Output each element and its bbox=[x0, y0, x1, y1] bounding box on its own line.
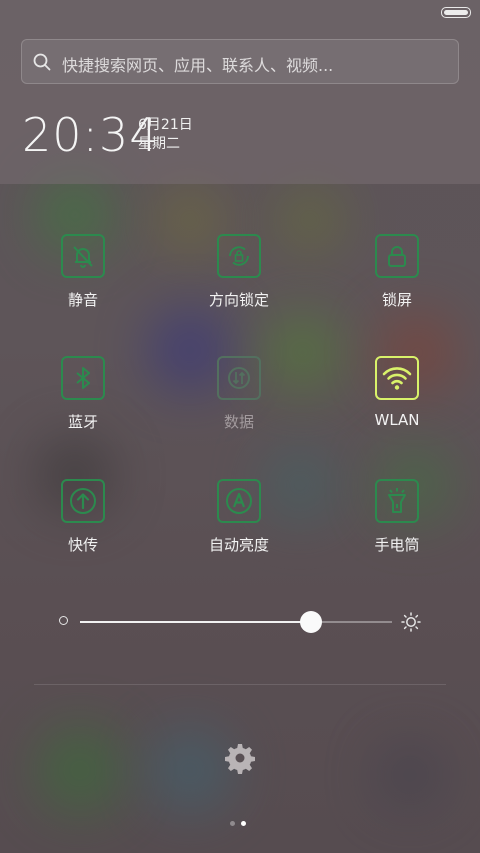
toggle-bluetooth[interactable]: 蓝牙 bbox=[13, 356, 153, 432]
brightness-fill bbox=[80, 621, 311, 623]
rotation-lock-icon bbox=[229, 246, 249, 266]
bell-off-icon bbox=[73, 246, 93, 268]
toggle-mute[interactable]: 静音 bbox=[13, 234, 153, 310]
toggle-label: 手电筒 bbox=[374, 536, 420, 554]
quick-transfer-icon bbox=[70, 488, 96, 514]
toggle-quick-transfer[interactable]: 快传 bbox=[13, 479, 153, 555]
flashlight-icon bbox=[388, 488, 406, 513]
wifi-icon bbox=[382, 367, 412, 390]
search-placeholder: 快捷搜索网页、应用、联系人、视频... bbox=[62, 56, 334, 75]
mobile-data-icon bbox=[228, 367, 250, 389]
weekday-label: 星期二 bbox=[138, 136, 180, 152]
toggle-label: 方向锁定 bbox=[208, 291, 269, 309]
page-indicator bbox=[230, 811, 252, 830]
search-bar[interactable]: 快捷搜索网页、应用、联系人、视频... bbox=[21, 39, 459, 84]
toggle-wlan[interactable]: WLAN bbox=[327, 356, 467, 429]
toggle-label: 数据 bbox=[223, 413, 254, 431]
search-icon bbox=[33, 53, 51, 71]
toggle-flashlight[interactable]: 手电筒 bbox=[327, 479, 467, 555]
date-label: 6月21日 bbox=[138, 117, 193, 133]
clock-date: 6月21日 星期二 bbox=[138, 116, 193, 154]
brightness-thumb[interactable] bbox=[299, 611, 322, 633]
toggle-label: 快传 bbox=[67, 536, 98, 554]
battery-icon bbox=[441, 7, 471, 18]
lock-icon bbox=[388, 246, 406, 267]
toggle-label: 静音 bbox=[67, 291, 98, 309]
toggle-mobile-data[interactable]: 数据 bbox=[169, 356, 309, 432]
toggle-lock-screen[interactable]: 锁屏 bbox=[327, 234, 467, 310]
toggle-auto-brightness[interactable]: 自动亮度 bbox=[169, 479, 309, 555]
toggle-label: WLAN bbox=[374, 411, 420, 429]
toggle-label: 自动亮度 bbox=[208, 536, 269, 554]
background-blur bbox=[40, 730, 120, 810]
brightness-low-icon bbox=[59, 616, 68, 625]
toggle-rotation-lock[interactable]: 方向锁定 bbox=[169, 234, 309, 310]
page-dot-active bbox=[241, 821, 246, 826]
toggle-label: 锁屏 bbox=[381, 291, 412, 309]
toggle-label: 蓝牙 bbox=[67, 413, 98, 431]
auto-brightness-icon bbox=[226, 488, 252, 514]
background-blur bbox=[380, 745, 440, 805]
divider bbox=[34, 684, 446, 685]
bluetooth-icon bbox=[76, 367, 90, 389]
settings-gear-icon[interactable] bbox=[224, 742, 256, 774]
brightness-high-icon bbox=[401, 612, 421, 632]
background-blur bbox=[150, 730, 230, 810]
brightness-slider[interactable] bbox=[80, 611, 392, 633]
page-dot bbox=[230, 821, 235, 826]
